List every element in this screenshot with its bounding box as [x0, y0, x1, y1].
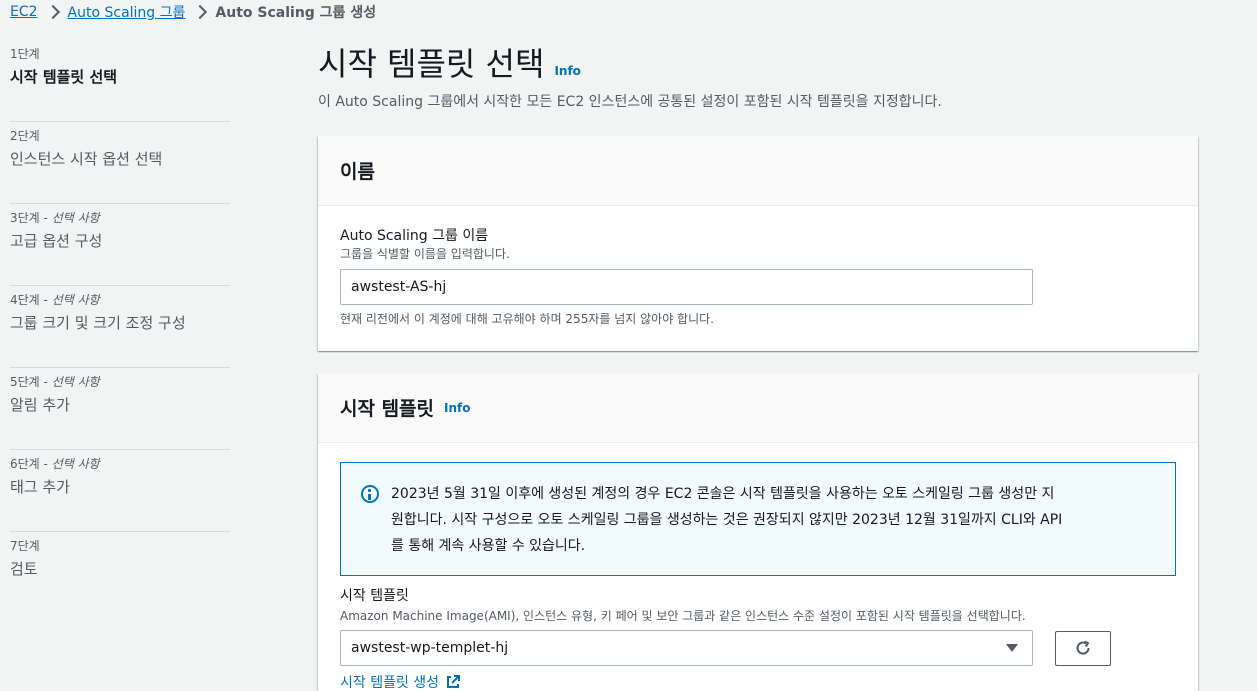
step-number: 3단계 - 선택 사항	[10, 211, 100, 225]
launch-template-panel: 시작 템플릿 Info 2023년 5월 31일 이후에 생성된 계정의 경우 …	[318, 373, 1198, 691]
breadcrumb: EC2 Auto Scaling 그룹 Auto Scaling 그룹 생성	[10, 2, 376, 22]
launch-template-heading: 시작 템플릿	[340, 398, 435, 420]
breadcrumb-current: Auto Scaling 그룹 생성	[215, 5, 377, 21]
group-name-constraint: 현재 리전에서 이 계정에 대해 고유해야 하며 255자를 넘지 않아야 합니…	[340, 312, 714, 326]
step-title: 검토	[10, 560, 38, 578]
group-name-label: Auto Scaling 그룹 이름	[340, 228, 489, 244]
info-icon	[361, 485, 379, 503]
chevron-right-icon	[38, 2, 68, 22]
step-title: 그룹 크기 및 크기 조정 구성	[10, 314, 186, 332]
launch-template-panel-header: 시작 템플릿 Info	[318, 373, 1198, 443]
wizard-step-7[interactable]: 7단계 검토	[10, 532, 230, 614]
chevron-right-icon	[185, 2, 215, 22]
alert-line: 원합니다. 시작 구성으로 오토 스케일링 그룹을 생성하는 것은 권장되지 않…	[391, 512, 1063, 528]
refresh-button[interactable]	[1055, 630, 1111, 666]
step-number: 4단계 - 선택 사항	[10, 293, 100, 307]
alert-line: 2023년 5월 31일 이후에 생성된 계정의 경우 EC2 콘솔은 시작 템…	[391, 486, 1055, 502]
launch-template-description: Amazon Machine Image(AMI), 인스턴스 유형, 키 페어…	[340, 609, 1026, 623]
wizard-step-6[interactable]: 6단계 - 선택 사항 태그 추가	[10, 450, 230, 532]
refresh-icon	[1076, 640, 1090, 655]
step-number: 1단계	[10, 47, 40, 61]
wizard-step-3[interactable]: 3단계 - 선택 사항 고급 옵션 구성	[10, 204, 230, 286]
page-title: 시작 템플릿 선택	[318, 45, 545, 83]
alert-line: 를 통해 계속 사용할 수 있습니다.	[391, 538, 586, 554]
launch-template-label: 시작 템플릿	[340, 588, 409, 604]
launch-template-selected-value: awstest-wp-templet-hj	[351, 640, 509, 656]
launch-template-select-row: awstest-wp-templet-hj	[340, 630, 1176, 666]
step-title: 인스턴스 시작 옵션 선택	[10, 150, 163, 168]
wizard-step-4[interactable]: 4단계 - 선택 사항 그룹 크기 및 크기 조정 구성	[10, 286, 230, 368]
name-panel-header: 이름	[318, 136, 1198, 206]
group-name-description: 그룹을 식별할 이름을 입력합니다.	[340, 247, 510, 261]
name-panel-body: Auto Scaling 그룹 이름 그룹을 식별할 이름을 입력합니다. 현재…	[318, 206, 1198, 327]
step-title: 태그 추가	[10, 478, 70, 496]
launch-template-field: 시작 템플릿 Amazon Machine Image(AMI), 인스턴스 유…	[318, 576, 1198, 691]
step-title: 고급 옵션 구성	[10, 232, 103, 250]
name-panel: 이름 Auto Scaling 그룹 이름 그룹을 식별할 이름을 입력합니다.…	[318, 136, 1198, 351]
step-number: 2단계	[10, 129, 40, 143]
step-number: 7단계	[10, 539, 40, 553]
wizard-steps: 1단계 시작 템플릿 선택 2단계 인스턴스 시작 옵션 선택 3단계 - 선택…	[10, 40, 230, 614]
step-title: 알림 추가	[10, 396, 70, 414]
breadcrumb-auto-scaling-link[interactable]: Auto Scaling 그룹	[68, 2, 186, 22]
page-info-link[interactable]: Info	[554, 64, 580, 78]
step-number: 6단계 - 선택 사항	[10, 457, 100, 471]
step-title: 시작 템플릿 선택	[10, 68, 118, 86]
step-number: 5단계 - 선택 사항	[10, 375, 100, 389]
create-launch-template-label: 시작 템플릿 생성	[340, 675, 440, 691]
name-panel-heading: 이름	[340, 161, 375, 183]
info-alert-text: 2023년 5월 31일 이후에 생성된 계정의 경우 EC2 콘솔은 시작 템…	[391, 481, 1062, 559]
breadcrumb-ec2-link[interactable]: EC2	[10, 4, 38, 20]
create-launch-template-link[interactable]: 시작 템플릿 생성	[340, 672, 461, 691]
group-name-input[interactable]	[340, 269, 1033, 305]
external-link-icon	[447, 675, 461, 688]
launch-template-select[interactable]: awstest-wp-templet-hj	[340, 630, 1033, 666]
caret-down-icon	[1006, 644, 1018, 652]
wizard-step-2[interactable]: 2단계 인스턴스 시작 옵션 선택	[10, 122, 230, 204]
page-header: 시작 템플릿 선택 Info	[318, 42, 581, 86]
wizard-step-5[interactable]: 5단계 - 선택 사항 알림 추가	[10, 368, 230, 450]
info-alert: 2023년 5월 31일 이후에 생성된 계정의 경우 EC2 콘솔은 시작 템…	[340, 462, 1176, 576]
wizard-step-1: 1단계 시작 템플릿 선택	[10, 40, 230, 122]
launch-template-info-link[interactable]: Info	[444, 401, 470, 415]
page-description: 이 Auto Scaling 그룹에서 시작한 모든 EC2 인스턴스에 공통된…	[318, 94, 942, 110]
